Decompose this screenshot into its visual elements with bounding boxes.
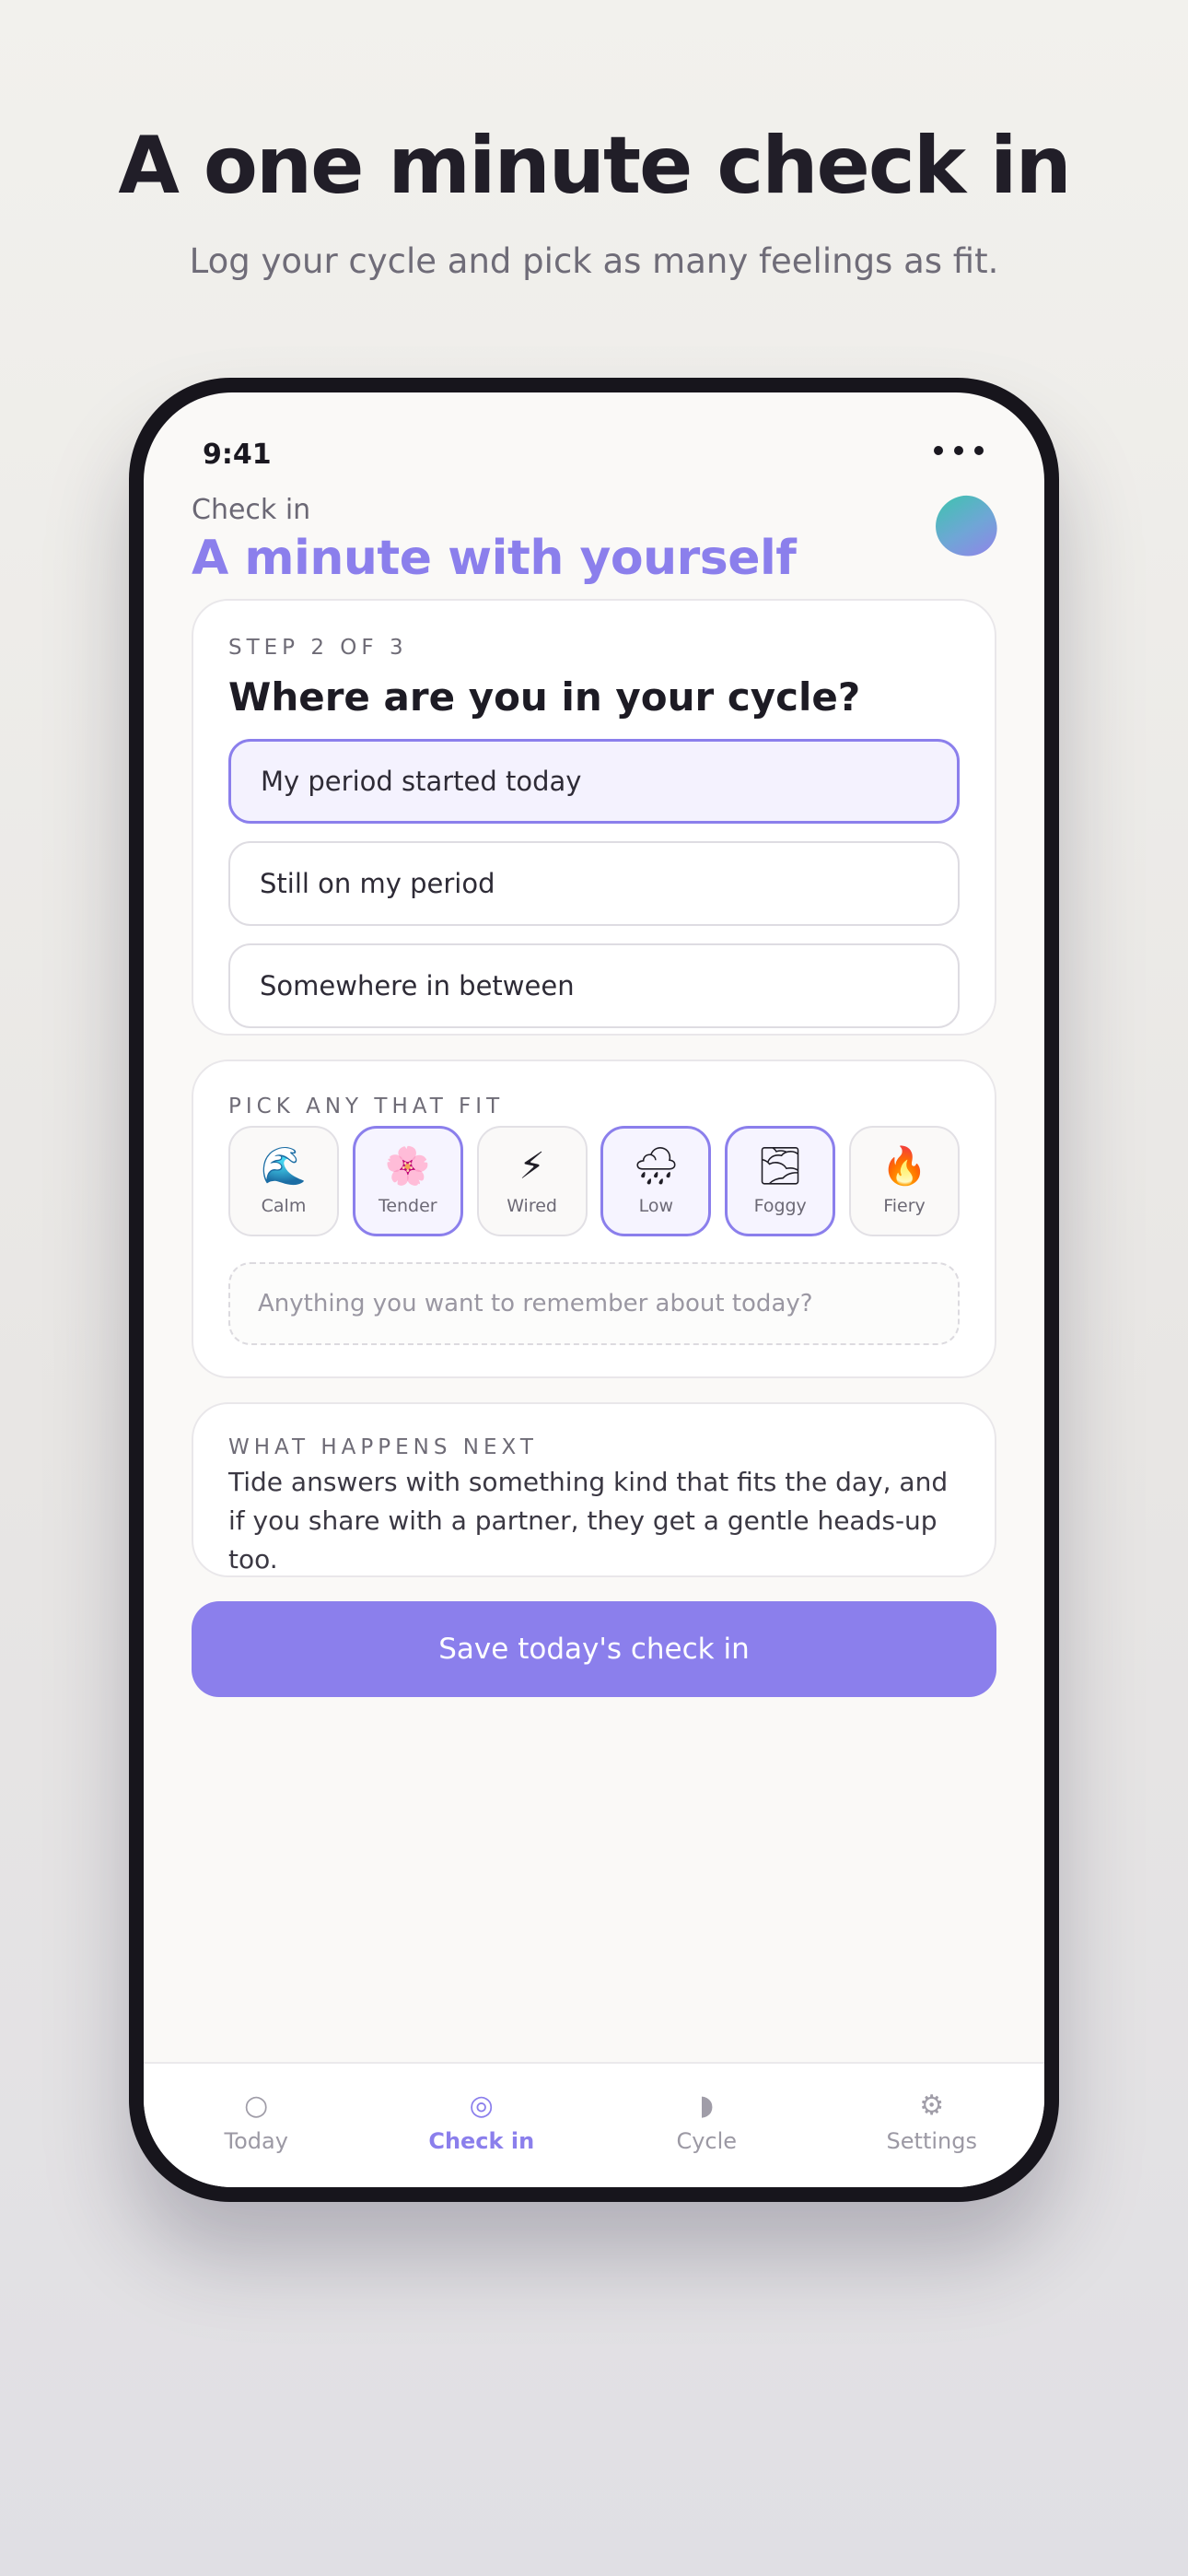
marketing-headline: A one minute check in	[118, 120, 1071, 212]
feelings-heading: PICK ANY THAT FIT	[228, 1095, 505, 1118]
option-label: My period started today	[261, 766, 582, 797]
mood-label: Wired	[507, 1196, 557, 1216]
cycle-option-period-started[interactable]: My period started today	[228, 739, 960, 824]
tab-label: Cycle	[676, 2128, 738, 2154]
save-check-in-button[interactable]: Save today's check in	[192, 1601, 996, 1697]
marketing-subhead: Log your cycle and pick as many feelings…	[189, 241, 999, 281]
mood-label: Tender	[378, 1196, 437, 1216]
wave-icon: 🌊	[261, 1145, 307, 1188]
mood-low[interactable]: 🌧 Low	[600, 1126, 712, 1236]
tab-today[interactable]: ○ Today	[144, 2064, 369, 2187]
target-icon: ◎	[469, 2090, 494, 2122]
tab-cycle[interactable]: ◗ Cycle	[594, 2064, 820, 2187]
mood-calm[interactable]: 🌊 Calm	[228, 1126, 339, 1236]
circle-icon: ○	[244, 2090, 269, 2122]
mood-label: Fiery	[883, 1196, 926, 1216]
mood-label: Calm	[261, 1196, 307, 1216]
mood-label: Low	[638, 1196, 674, 1216]
fire-icon: 🔥	[881, 1145, 927, 1188]
mood-grid: 🌊 Calm 🌸 Tender ⚡ Wired 🌧 Low 🌫 Foggy 🔥 …	[228, 1126, 960, 1236]
note-input[interactable]	[228, 1262, 960, 1345]
next-steps-body: Tide answers with something kind that fi…	[228, 1467, 949, 1575]
cycle-question: Where are you in your cycle?	[228, 674, 861, 720]
page-title: A minute with yourself	[192, 531, 797, 586]
cycle-option-still-on-period[interactable]: Still on my period	[228, 841, 960, 926]
half-moon-icon: ◗	[699, 2090, 715, 2122]
feelings-card: PICK ANY THAT FIT 🌊 Calm 🌸 Tender ⚡ Wire…	[192, 1060, 996, 1378]
phone-frame: 9:41 Check in A minute with yourself STE…	[129, 378, 1059, 2202]
mood-wired[interactable]: ⚡ Wired	[476, 1126, 588, 1236]
mood-label: Foggy	[753, 1196, 807, 1216]
next-steps-card: WHAT HAPPENS NEXT Tide answers with some…	[192, 1402, 996, 1577]
tab-label: Check in	[428, 2128, 535, 2154]
page-eyebrow: Check in	[192, 494, 311, 526]
cycle-option-in-between[interactable]: Somewhere in between	[228, 943, 960, 1028]
rain-cloud-icon: 🌧	[633, 1145, 680, 1188]
tab-bar: ○ Today ◎ Check in ◗ Cycle ⚙ Settings	[144, 2062, 1044, 2187]
fog-icon: 🌫	[756, 1145, 804, 1188]
cycle-card: STEP 2 OF 3 Where are you in your cycle?…	[192, 599, 996, 1036]
app-screen: 9:41 Check in A minute with yourself STE…	[144, 392, 1044, 2187]
next-steps-heading: WHAT HAPPENS NEXT	[228, 1435, 538, 1459]
option-label: Still on my period	[260, 868, 495, 899]
status-time: 9:41	[203, 439, 272, 471]
tab-label: Today	[224, 2128, 288, 2154]
more-options-icon[interactable]	[934, 446, 984, 455]
avatar[interactable]	[929, 489, 1003, 563]
tab-settings[interactable]: ⚙ Settings	[820, 2064, 1045, 2187]
tab-check-in[interactable]: ◎ Check in	[369, 2064, 595, 2187]
lightning-icon: ⚡	[518, 1145, 545, 1188]
mood-tender[interactable]: 🌸 Tender	[352, 1126, 463, 1236]
option-label: Somewhere in between	[260, 970, 575, 1001]
blossom-icon: 🌸	[384, 1145, 431, 1188]
mood-foggy[interactable]: 🌫 Foggy	[725, 1126, 836, 1236]
step-indicator: STEP 2 OF 3	[228, 636, 408, 660]
tab-label: Settings	[886, 2128, 977, 2154]
mood-fiery[interactable]: 🔥 Fiery	[848, 1126, 960, 1236]
gear-icon: ⚙	[919, 2090, 945, 2122]
